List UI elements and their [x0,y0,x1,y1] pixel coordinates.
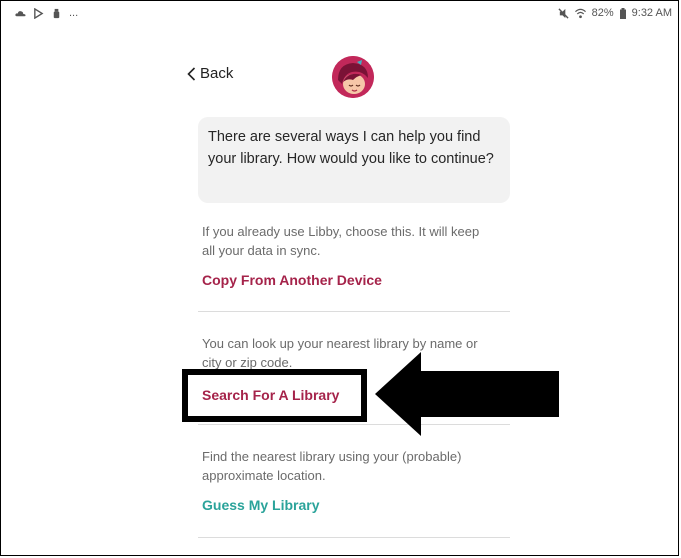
battery-percent: 82% [591,7,614,19]
back-label: Back [200,65,234,82]
cloud-icon [15,10,26,16]
app-screen: ... 82% 9:32 AM Back There are several w… [0,0,679,556]
libby-mascot-icon [332,56,374,98]
phone-cleaner-icon [53,8,60,18]
wifi-icon [574,8,586,18]
highlight-box [182,369,367,422]
divider [198,537,510,538]
mute-icon [558,7,569,19]
clock: 9:32 AM [631,7,672,19]
option-guess-library: Find the nearest library using your (pro… [202,447,510,513]
play-store-icon [34,7,44,19]
guess-my-library-link[interactable]: Guess My Library [202,497,510,513]
notification-more: ... [69,7,79,19]
option-copy-device: If you already use Libby, choose this. I… [202,222,510,288]
option-description: If you already use Libby, choose this. I… [202,224,480,258]
copy-from-another-device-link[interactable]: Copy From Another Device [202,272,510,288]
back-button[interactable]: Back [187,65,233,82]
left-arrow-icon [375,352,559,436]
battery-icon [619,7,626,19]
message-bubble: There are several ways I can help you fi… [198,117,510,203]
status-bar: ... 82% 9:32 AM [1,1,678,29]
chevron-left-icon [187,66,196,81]
option-description: Find the nearest library using your (pro… [202,449,462,483]
divider [198,311,510,312]
